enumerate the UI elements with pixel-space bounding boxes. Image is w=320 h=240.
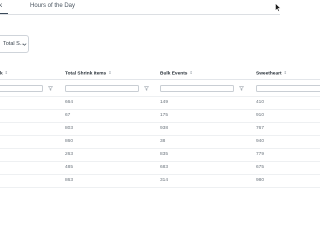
filter-input-sweetheart[interactable] [256,85,320,92]
filter-icon[interactable] [144,86,149,91]
chevron-down-icon [22,43,27,46]
table-cell: 314 [160,178,169,183]
filter-input-first[interactable] [0,85,43,92]
column-header-label: Sweetheart [256,71,282,77]
tab-hours-of-the-day[interactable]: Hours of the Day [30,2,75,10]
sort-icon: ⇕ [283,70,287,75]
row-divider [0,96,320,97]
table-cell: 149 [160,100,169,105]
metric-dropdown[interactable]: Total S... [0,35,29,53]
column-header-first[interactable]: k ⇕ [0,70,8,78]
table-cell: 175 [160,113,169,118]
header-divider [0,79,320,80]
sort-icon: ⇕ [189,70,193,75]
filter-icon[interactable] [48,86,53,91]
column-header-sweetheart[interactable]: Sweetheart ⇕ [256,70,287,78]
table-cell: 980 [256,178,265,183]
table-cell: 835 [160,152,169,157]
row-divider [0,135,320,136]
tab-active[interactable]: k [0,2,2,10]
row-divider [0,122,320,123]
table-cell: 38 [160,139,166,144]
row-divider [0,174,320,175]
row-divider [0,148,320,149]
table-cell: 767 [256,126,265,131]
sort-icon: ⇕ [4,70,9,75]
tab-bar: k Hours of the Day [0,0,320,16]
column-header-bulk-events[interactable]: Bulk Events ⇕ [160,70,193,78]
table-cell: 683 [160,165,169,170]
filter-input-total-shrink-items[interactable] [65,85,139,92]
table-cell: 410 [256,100,265,105]
table-cell: 940 [256,139,265,144]
column-header-label: Bulk Events [160,71,188,77]
filter-icon[interactable] [239,86,244,91]
sort-icon: ⇕ [108,70,112,75]
column-header-total-shrink-items[interactable]: Total Shrink Items ⇕ [65,70,112,78]
row-divider [0,161,320,162]
table-cell: 910 [256,113,265,118]
table-cell: 664 [65,100,74,105]
table-cell: 863 [65,178,74,183]
tab-divider [0,14,280,15]
table-cell: 485 [65,165,74,170]
table-cell: 67 [65,113,71,118]
table-cell: 779 [256,152,265,157]
row-divider [0,109,320,110]
column-header-label: Total Shrink Items [65,71,107,77]
cursor-icon [275,3,281,12]
page: k Hours of the Day Total S... k ⇕ Total S… [0,0,320,240]
table-cell: 675 [256,165,265,170]
table-cell: 938 [160,126,169,131]
table-cell: 803 [65,126,74,131]
table-cell: 860 [65,139,74,144]
table-cell: 263 [65,152,74,157]
column-header-label: k [0,71,3,77]
row-divider [0,187,320,188]
filter-input-bulk-events[interactable] [160,85,234,92]
